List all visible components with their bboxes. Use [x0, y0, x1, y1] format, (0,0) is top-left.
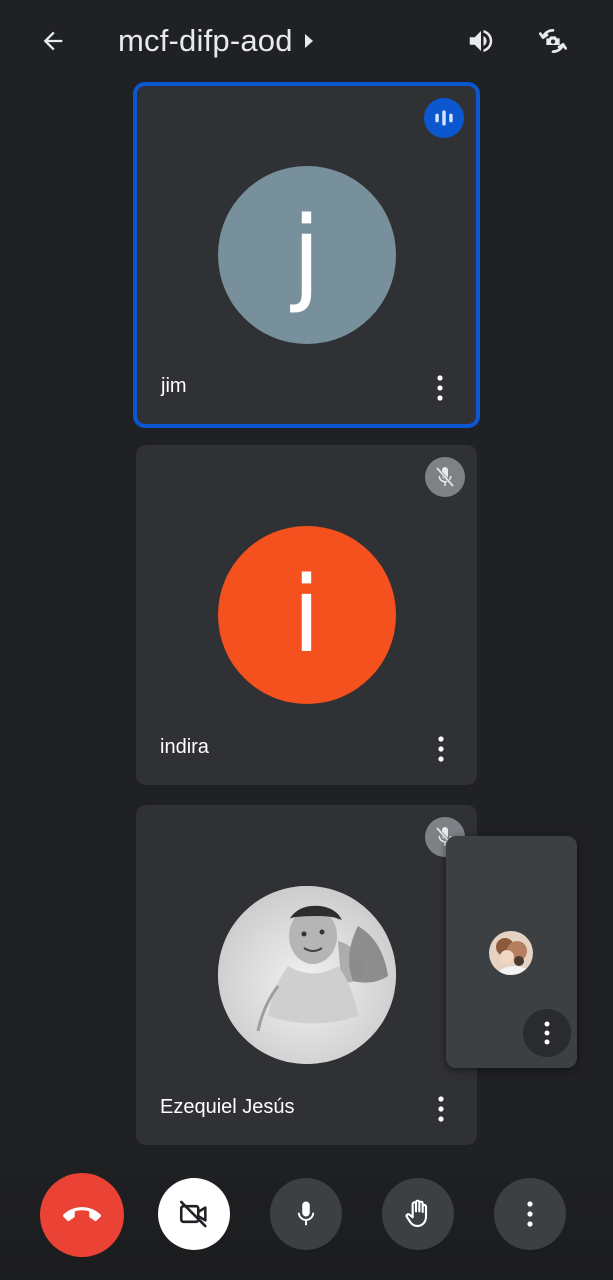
speaking-indicator	[424, 98, 464, 138]
self-profile-photo	[489, 931, 533, 975]
avatar-photo	[217, 886, 396, 1064]
camera-switch-icon	[539, 28, 567, 54]
self-view-tile[interactable]	[446, 836, 577, 1068]
more-vert-icon	[438, 1096, 444, 1122]
participant-name: jim	[161, 375, 187, 397]
switch-camera-button[interactable]	[530, 18, 576, 64]
audio-output-button[interactable]	[458, 18, 504, 64]
self-view-more-button[interactable]	[523, 1009, 571, 1057]
profile-photo	[217, 886, 396, 1064]
more-vert-icon	[438, 736, 444, 762]
back-button[interactable]	[30, 18, 76, 64]
participant-more-button[interactable]	[429, 733, 453, 765]
more-vert-icon	[527, 1201, 533, 1227]
meeting-code: mcf-difp-aod	[118, 23, 293, 58]
more-vert-icon	[544, 1021, 550, 1045]
mic-icon	[297, 1201, 315, 1226]
videocam-off-icon	[179, 1200, 207, 1228]
hand-icon	[405, 1199, 428, 1228]
call-end-icon	[63, 1207, 101, 1222]
participant-name: indira	[160, 736, 209, 758]
audio-bars-icon	[435, 110, 453, 126]
more-options-button[interactable]	[494, 1178, 566, 1250]
speaker-icon	[469, 30, 493, 52]
top-bar: mcf-difp-aod	[0, 0, 613, 82]
participant-tile-ezequiel[interactable]: Ezequiel Jesús	[136, 805, 477, 1145]
muted-indicator	[425, 457, 465, 497]
avatar: j	[217, 166, 396, 344]
caret-right-icon	[304, 34, 313, 48]
participant-name: Ezequiel Jesús	[160, 1096, 295, 1118]
more-vert-icon	[437, 375, 443, 401]
mic-off-icon	[435, 467, 455, 487]
participant-more-button[interactable]	[428, 372, 452, 404]
arrow-left-icon	[43, 31, 63, 51]
camera-toggle-button[interactable]	[158, 1178, 230, 1250]
avatar: i	[217, 526, 396, 704]
microphone-button[interactable]	[270, 1178, 342, 1250]
meeting-title-button[interactable]: mcf-difp-aod	[118, 18, 313, 64]
participant-tile-indira[interactable]: i indira	[136, 445, 477, 785]
raise-hand-button[interactable]	[382, 1178, 454, 1250]
participant-tile-jim[interactable]: j jim	[133, 82, 480, 428]
end-call-button[interactable]	[40, 1173, 124, 1257]
participant-more-button[interactable]	[429, 1093, 453, 1125]
self-avatar	[489, 931, 533, 975]
